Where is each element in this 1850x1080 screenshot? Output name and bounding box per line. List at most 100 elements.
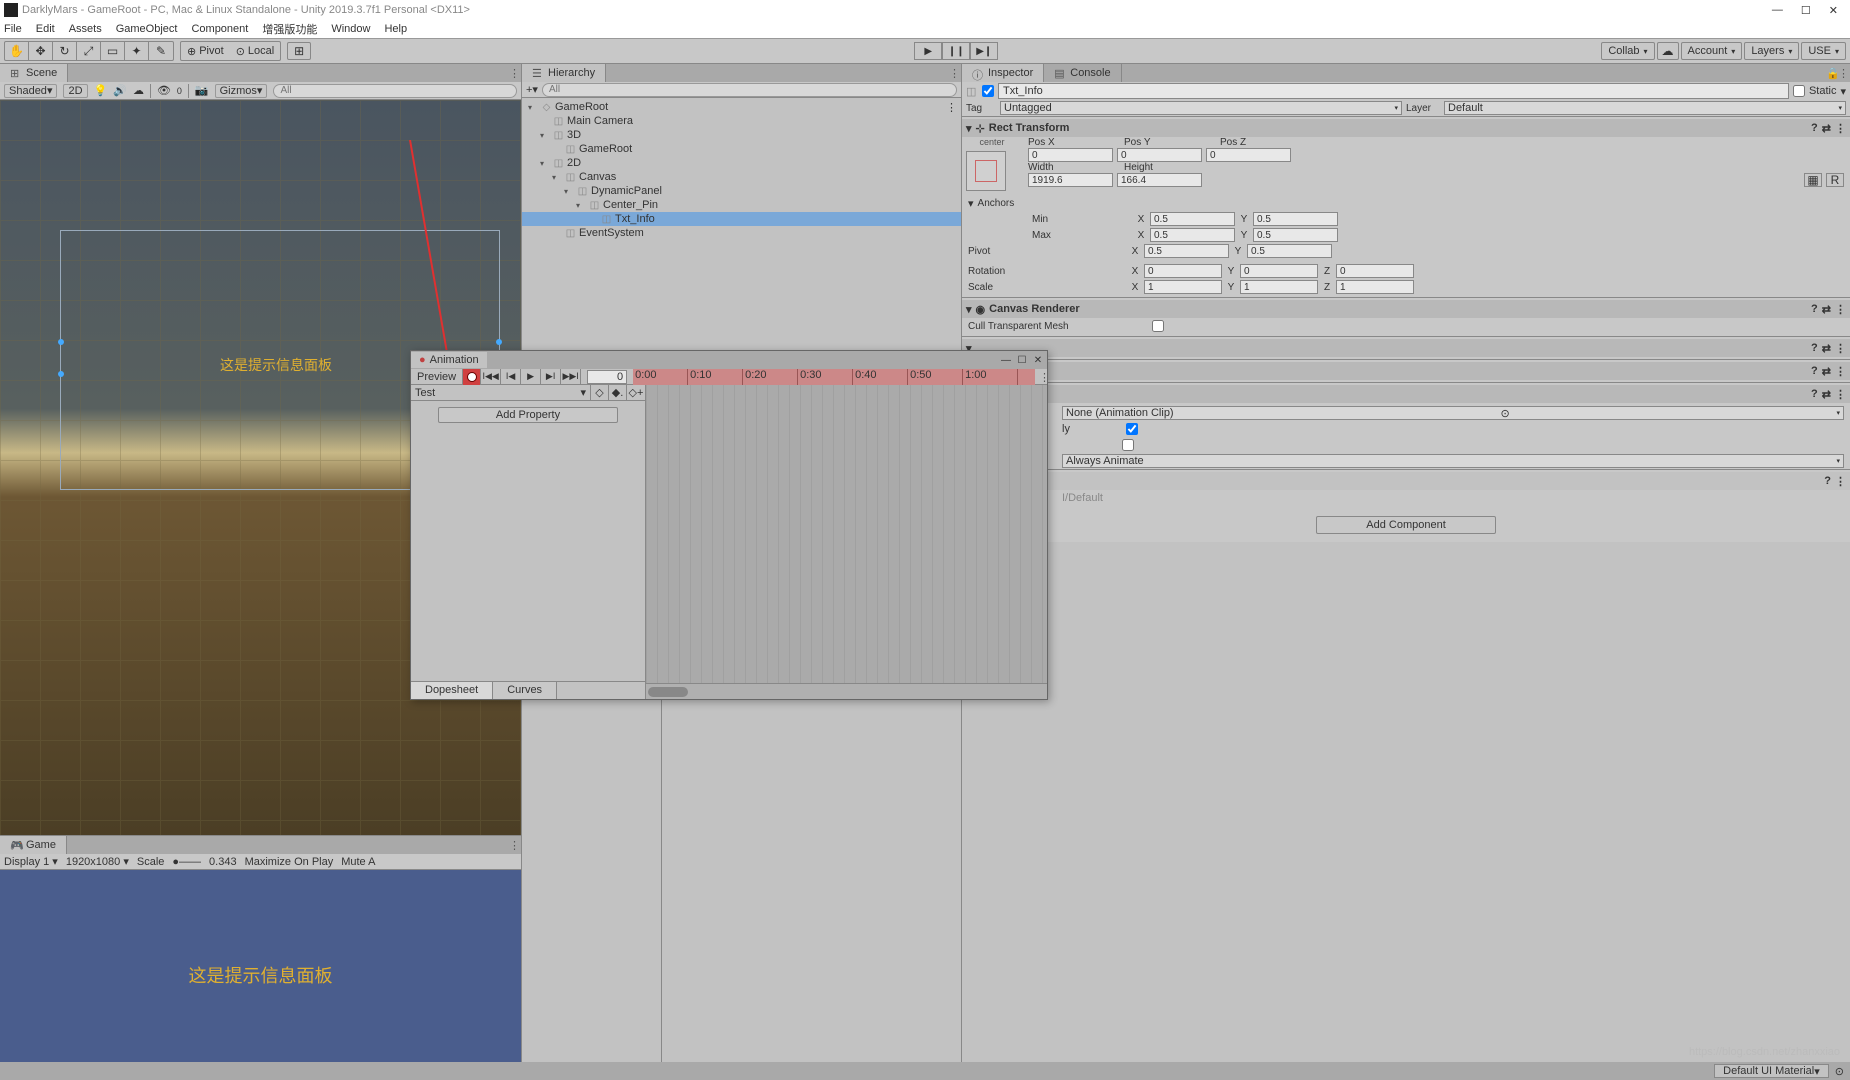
object-name-field[interactable] bbox=[998, 83, 1789, 99]
dopesheet-tab[interactable]: Dopesheet bbox=[411, 682, 493, 699]
tab-menu-icon[interactable]: ⋮ bbox=[509, 67, 521, 79]
add-component-button[interactable]: Add Component bbox=[1316, 516, 1496, 534]
active-checkbox[interactable] bbox=[982, 85, 994, 97]
collab-dropdown[interactable]: Collab bbox=[1601, 42, 1654, 60]
material-preview-dropdown[interactable]: Default UI Material ▾ bbox=[1714, 1064, 1829, 1078]
first-keyframe-icon[interactable]: I◀◀ bbox=[481, 369, 501, 385]
move-tool-icon[interactable]: ✥ bbox=[29, 42, 53, 60]
layers-dropdown[interactable]: Layers bbox=[1744, 42, 1799, 60]
shading-dropdown[interactable]: Shaded ▾ bbox=[4, 84, 57, 98]
bool-checkbox[interactable] bbox=[1126, 423, 1138, 435]
menu-icon[interactable]: ⋮ bbox=[1835, 475, 1846, 488]
add-event-icon[interactable]: ◇+ bbox=[627, 385, 645, 400]
preset-icon[interactable]: ⇄ bbox=[1822, 122, 1831, 135]
menu-file[interactable]: File bbox=[4, 23, 22, 35]
cloud-icon[interactable]: ☁ bbox=[1657, 42, 1679, 60]
record-button[interactable] bbox=[463, 369, 481, 385]
snap-icon[interactable]: ⊞ bbox=[287, 42, 311, 60]
rect-tool-icon[interactable]: ▭ bbox=[101, 42, 125, 60]
cull-checkbox[interactable] bbox=[1152, 320, 1164, 332]
scene-search[interactable] bbox=[273, 84, 517, 98]
hierarchy-item[interactable]: ▾◫2D bbox=[522, 156, 961, 170]
scale-tool-icon[interactable]: ⤢ bbox=[77, 42, 101, 60]
menu-component[interactable]: Component bbox=[191, 23, 248, 35]
step-button[interactable]: ▶❙ bbox=[970, 42, 998, 60]
width-field[interactable] bbox=[1028, 173, 1113, 187]
mute-label[interactable]: Mute A bbox=[341, 856, 375, 868]
clip-dropdown[interactable]: Test▾ bbox=[411, 386, 590, 399]
hierarchy-item[interactable]: ▾◫Canvas bbox=[522, 170, 961, 184]
posx-field[interactable] bbox=[1028, 148, 1113, 162]
pause-button[interactable]: ❙❙ bbox=[942, 42, 970, 60]
tag-dropdown[interactable]: Untagged bbox=[1000, 101, 1402, 115]
rot-z[interactable] bbox=[1336, 264, 1414, 278]
account-dropdown[interactable]: Account bbox=[1681, 42, 1743, 60]
hierarchy-item[interactable]: ▾◫Center_Pin bbox=[522, 198, 961, 212]
scale-z[interactable] bbox=[1336, 280, 1414, 294]
help-icon[interactable]: ? bbox=[1811, 303, 1818, 315]
menu-edit[interactable]: Edit bbox=[36, 23, 55, 35]
hierarchy-search[interactable] bbox=[542, 83, 957, 97]
shader-icon[interactable]: ⊙ bbox=[1835, 1065, 1844, 1078]
2d-toggle[interactable]: 2D bbox=[63, 84, 87, 98]
menu-window[interactable]: Window bbox=[331, 23, 370, 35]
display-dropdown[interactable]: Display 1 ▾ bbox=[4, 855, 58, 868]
dopesheet-area[interactable] bbox=[646, 385, 1047, 699]
help-icon[interactable]: ? bbox=[1824, 475, 1831, 487]
raw-edit-button[interactable]: R bbox=[1826, 173, 1844, 187]
lighting-icon[interactable]: 💡 bbox=[94, 84, 108, 97]
minimize-icon[interactable]: — bbox=[1772, 4, 1783, 17]
local-toggle[interactable]: ⊙Local bbox=[230, 42, 281, 60]
help-icon[interactable]: ? bbox=[1811, 122, 1818, 134]
visibility-icon[interactable]: 👁 bbox=[157, 84, 171, 97]
menu-gameobject[interactable]: GameObject bbox=[116, 23, 178, 35]
minimize-icon[interactable]: — bbox=[999, 353, 1013, 367]
create-icon[interactable]: +▾ bbox=[526, 83, 538, 96]
close-icon[interactable]: ✕ bbox=[1031, 353, 1045, 367]
timeline-ruler[interactable]: 0:000:100:200:300:400:501:00 bbox=[633, 369, 1035, 385]
resolution-dropdown[interactable]: 1920x1080 ▾ bbox=[66, 855, 129, 868]
anchor-max-x[interactable] bbox=[1150, 228, 1235, 242]
menu-assets[interactable]: Assets bbox=[69, 23, 102, 35]
tab-menu-icon[interactable]: ⋮ bbox=[509, 839, 521, 851]
play-icon[interactable]: ▶ bbox=[521, 369, 541, 385]
pivot-x[interactable] bbox=[1144, 244, 1229, 258]
custom-tool-icon[interactable]: ✎ bbox=[149, 42, 173, 60]
anchor-min-y[interactable] bbox=[1253, 212, 1338, 226]
rot-y[interactable] bbox=[1240, 264, 1318, 278]
pivot-y[interactable] bbox=[1247, 244, 1332, 258]
animclip-field[interactable]: None (Animation Clip)⊙ bbox=[1062, 406, 1844, 420]
curves-tab[interactable]: Curves bbox=[493, 682, 557, 699]
lock-icon[interactable]: 🔒 bbox=[1826, 67, 1838, 79]
scale-y[interactable] bbox=[1240, 280, 1318, 294]
tab-menu-icon[interactable]: ⋮ bbox=[949, 67, 961, 79]
anchor-min-x[interactable] bbox=[1150, 212, 1235, 226]
timeline-menu-icon[interactable]: ⋮ bbox=[1035, 371, 1047, 383]
layer-dropdown[interactable]: Default bbox=[1444, 101, 1846, 115]
posy-field[interactable] bbox=[1117, 148, 1202, 162]
event-icon[interactable]: ◆. bbox=[609, 385, 627, 400]
prev-keyframe-icon[interactable]: I◀ bbox=[501, 369, 521, 385]
preview-toggle[interactable]: Preview bbox=[411, 369, 463, 385]
menu-help[interactable]: Help bbox=[384, 23, 407, 35]
menu-icon[interactable]: ⋮ bbox=[1835, 122, 1846, 135]
keyframe-icon[interactable]: ◇ bbox=[591, 385, 609, 400]
tab-inspector[interactable]: ⓘ Inspector bbox=[962, 64, 1044, 82]
static-checkbox[interactable] bbox=[1793, 85, 1805, 97]
preset-icon[interactable]: ⇄ bbox=[1822, 303, 1831, 316]
tab-menu-icon[interactable]: ⋮ bbox=[1838, 67, 1850, 79]
tab-console[interactable]: ▤ Console bbox=[1044, 64, 1121, 82]
menu-enhanced[interactable]: 增强版功能 bbox=[262, 21, 317, 37]
camera-icon[interactable]: 📷 bbox=[195, 84, 209, 97]
audio-icon[interactable]: 🔊 bbox=[113, 84, 127, 97]
fx-icon[interactable]: ☁ bbox=[133, 84, 144, 97]
maximize-icon[interactable]: ☐ bbox=[1801, 4, 1811, 17]
posz-field[interactable] bbox=[1206, 148, 1291, 162]
tab-animation[interactable]: ● Animation bbox=[411, 352, 487, 368]
tab-game[interactable]: 🎮 Game bbox=[0, 836, 67, 854]
add-property-button[interactable]: Add Property bbox=[438, 407, 618, 423]
close-icon[interactable]: ✕ bbox=[1829, 4, 1838, 17]
next-keyframe-icon[interactable]: ▶I bbox=[541, 369, 561, 385]
frame-field[interactable] bbox=[587, 370, 627, 384]
rotate-tool-icon[interactable]: ↻ bbox=[53, 42, 77, 60]
